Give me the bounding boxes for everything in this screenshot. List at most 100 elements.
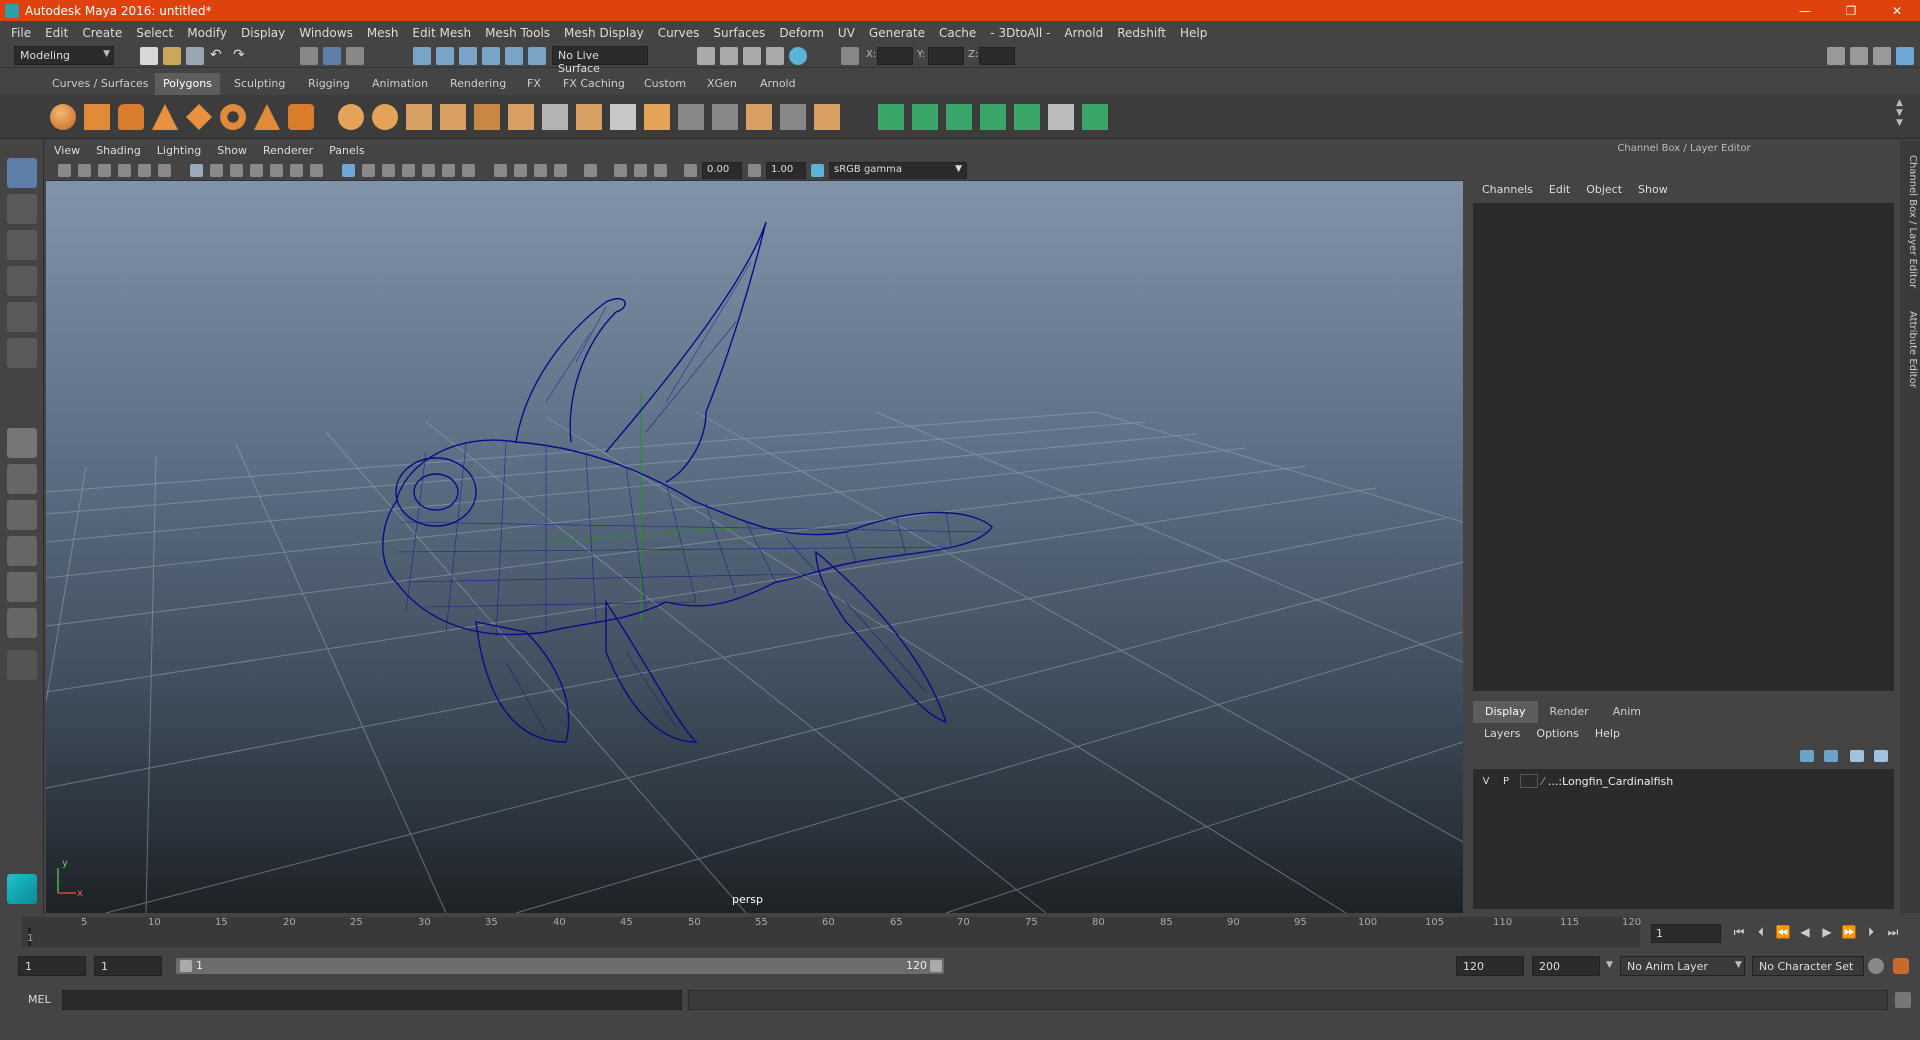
- poly-pipe-icon[interactable]: [288, 104, 314, 130]
- live-surface-field[interactable]: No Live Surface: [552, 46, 648, 75]
- new-scene-icon[interactable]: [140, 47, 158, 65]
- menu-set-dropdown[interactable]: Modeling ▼: [14, 46, 114, 65]
- vp-menu-panels[interactable]: Panels: [321, 144, 372, 157]
- resolution-gate-icon[interactable]: [230, 164, 243, 177]
- tab-render-layers[interactable]: Render: [1538, 701, 1601, 723]
- mirror-icon[interactable]: [508, 104, 534, 130]
- layer-playback-toggle[interactable]: P: [1496, 776, 1516, 787]
- vp-menu-view[interactable]: View: [46, 144, 88, 157]
- tab-sculpting[interactable]: Sculpting: [226, 73, 293, 95]
- play-forwards-icon[interactable]: ▶: [1819, 924, 1835, 940]
- isolate-select-icon[interactable]: [584, 164, 597, 177]
- render-view-icon[interactable]: [697, 47, 715, 65]
- tab-xgen[interactable]: XGen: [699, 73, 745, 95]
- film-gate-icon[interactable]: [210, 164, 223, 177]
- snap-live-icon[interactable]: [505, 47, 523, 65]
- two-d-pan-zoom-icon[interactable]: [138, 164, 151, 177]
- attribute-editor-icon[interactable]: [1850, 47, 1868, 65]
- outliner-layout-icon[interactable]: [7, 572, 37, 602]
- bookmarks-icon[interactable]: [98, 164, 111, 177]
- menu-curves[interactable]: Curves: [651, 26, 707, 40]
- poly-torus-icon[interactable]: [220, 104, 246, 130]
- step-forward-key-icon[interactable]: ⏩: [1841, 924, 1857, 940]
- ipr-render-icon[interactable]: [743, 47, 761, 65]
- layer-color-swatch[interactable]: [1520, 774, 1538, 788]
- gate-mask-icon[interactable]: [250, 164, 263, 177]
- uv-cylindrical-icon[interactable]: [912, 104, 938, 130]
- uv-checker-icon[interactable]: [1048, 104, 1074, 130]
- extrude-icon[interactable]: [576, 104, 602, 130]
- playback-end-field[interactable]: 120: [1456, 956, 1524, 976]
- menu-redshift[interactable]: Redshift: [1110, 26, 1173, 40]
- tab-rigging[interactable]: Rigging: [300, 73, 358, 95]
- use-lights-icon[interactable]: [442, 164, 455, 177]
- boolean-icon[interactable]: [474, 104, 500, 130]
- menu-3dtoall[interactable]: - 3DtoAll -: [983, 26, 1057, 40]
- wireframe-on-shaded-icon[interactable]: [402, 164, 415, 177]
- cb-menu-channels[interactable]: Channels: [1474, 183, 1541, 196]
- open-scene-icon[interactable]: [163, 47, 181, 65]
- xray-joints-icon[interactable]: [634, 164, 647, 177]
- z-coord-field[interactable]: [979, 47, 1015, 65]
- anti-aliasing-icon[interactable]: [534, 164, 547, 177]
- grid-toggle-icon[interactable]: [190, 164, 203, 177]
- lasso-tool-icon[interactable]: [7, 194, 37, 224]
- go-to-end-icon[interactable]: ⏭: [1885, 924, 1901, 940]
- hypershade-icon[interactable]: [789, 47, 807, 65]
- move-tool-icon[interactable]: [7, 266, 37, 296]
- animation-end-field[interactable]: 200: [1532, 956, 1600, 976]
- range-start-handle[interactable]: [180, 960, 192, 972]
- exposure-icon[interactable]: [684, 164, 697, 177]
- insert-edge-loop-icon[interactable]: [678, 104, 704, 130]
- step-back-key-icon[interactable]: ⏪: [1775, 924, 1791, 940]
- paint-select-tool-icon[interactable]: [7, 230, 37, 260]
- menu-windows[interactable]: Windows: [292, 26, 360, 40]
- four-view-layout-icon[interactable]: [7, 464, 37, 494]
- animation-preferences-icon[interactable]: [1893, 958, 1909, 974]
- vp-menu-show[interactable]: Show: [209, 144, 255, 157]
- motion-blur-icon[interactable]: [514, 164, 527, 177]
- side-tab-channel-box[interactable]: Channel Box / Layer Editor: [1902, 155, 1918, 288]
- bevel-icon[interactable]: [644, 104, 670, 130]
- tab-anim-layers[interactable]: Anim: [1601, 701, 1653, 723]
- depth-of-field-icon[interactable]: [554, 164, 567, 177]
- maximize-button[interactable]: ❐: [1828, 0, 1874, 21]
- le-menu-help[interactable]: Help: [1587, 727, 1628, 740]
- layer-visibility-toggle[interactable]: V: [1476, 776, 1496, 787]
- separate-icon[interactable]: [372, 104, 398, 130]
- render-frame-icon[interactable]: [720, 47, 738, 65]
- bridge-icon[interactable]: [610, 104, 636, 130]
- safe-title-icon[interactable]: [310, 164, 323, 177]
- transform-mode-icon[interactable]: [841, 47, 859, 65]
- script-editor-icon[interactable]: [1895, 992, 1911, 1008]
- uv-spherical-icon[interactable]: [946, 104, 972, 130]
- modeling-toolkit-icon[interactable]: [1827, 47, 1845, 65]
- custom-layout-icon[interactable]: [7, 650, 37, 680]
- poly-sphere-icon[interactable]: [50, 104, 76, 130]
- menu-deform[interactable]: Deform: [772, 26, 831, 40]
- le-menu-options[interactable]: Options: [1528, 727, 1586, 740]
- menu-help[interactable]: Help: [1173, 26, 1214, 40]
- close-button[interactable]: ✕: [1874, 0, 1920, 21]
- playback-start-field[interactable]: 1: [94, 956, 162, 976]
- play-backwards-icon[interactable]: ◀: [1797, 924, 1813, 940]
- fill-hole-icon[interactable]: [780, 104, 806, 130]
- menu-create[interactable]: Create: [75, 26, 129, 40]
- merge-icon[interactable]: [814, 104, 840, 130]
- channel-box-body[interactable]: [1473, 203, 1894, 691]
- wireframe-mode-icon[interactable]: [342, 164, 355, 177]
- viewport-scene[interactable]: y x: [46, 182, 1463, 913]
- two-view-side-layout-icon[interactable]: [7, 500, 37, 530]
- animation-start-field[interactable]: 1: [18, 956, 86, 976]
- tab-animation[interactable]: Animation: [364, 73, 436, 95]
- le-menu-layers[interactable]: Layers: [1476, 727, 1528, 740]
- offset-edge-loop-icon[interactable]: [712, 104, 738, 130]
- tab-curves-surfaces[interactable]: Curves / Surfaces: [44, 73, 157, 95]
- menu-mesh[interactable]: Mesh: [360, 26, 406, 40]
- step-back-frame-icon[interactable]: ⏴: [1753, 924, 1769, 940]
- scale-tool-icon[interactable]: [7, 338, 37, 368]
- save-scene-icon[interactable]: [186, 47, 204, 65]
- image-plane-icon[interactable]: [118, 164, 131, 177]
- menu-edit-mesh[interactable]: Edit Mesh: [405, 26, 478, 40]
- multi-cut-icon[interactable]: [542, 104, 568, 130]
